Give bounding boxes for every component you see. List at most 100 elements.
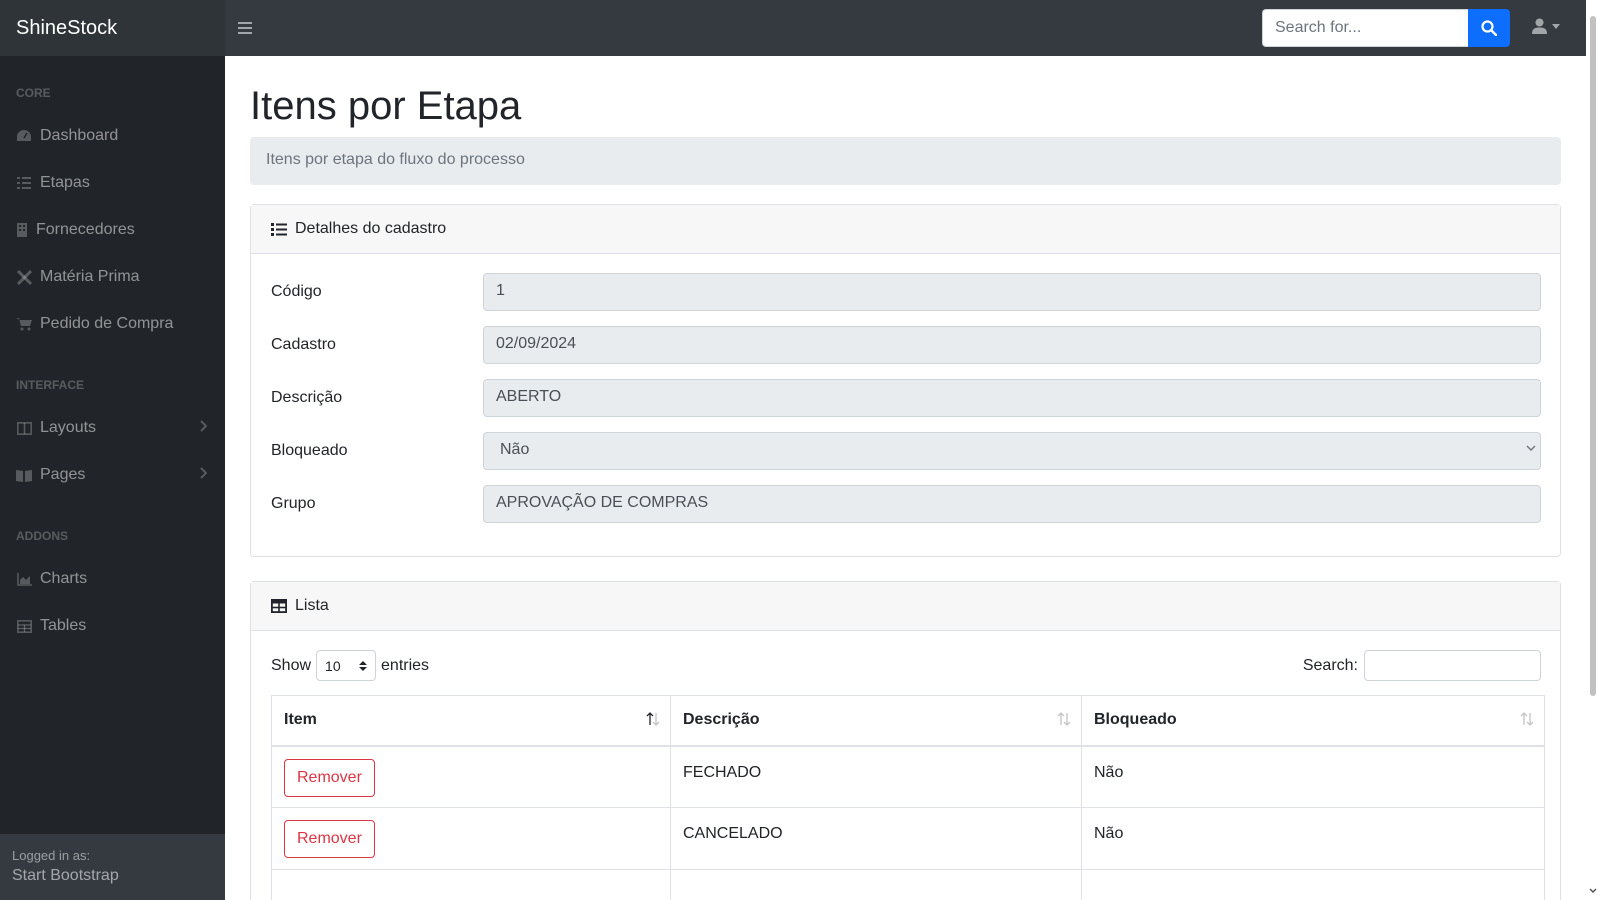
sidebar-item-label: Layouts <box>40 419 97 436</box>
breadcrumb: Itens por etapa do fluxo do processo <box>250 137 1561 185</box>
datatable-search-input[interactable] <box>1364 650 1541 681</box>
descricao-cell: CANCELADO <box>670 807 1082 870</box>
sidebar-toggle-button[interactable] <box>233 16 257 40</box>
details-card-header: Detalhes do cadastro <box>251 205 1560 254</box>
list-card-title: Lista <box>295 597 329 614</box>
sidebar-item-label: Fornecedores <box>36 221 135 238</box>
logged-in-user: Start Bootstrap <box>12 867 119 884</box>
sidebar-item-dashboard[interactable]: Dashboard <box>0 116 225 156</box>
list-check-icon <box>16 175 32 191</box>
caret-down-icon <box>1552 23 1560 29</box>
bloqueado-select[interactable]: Não <box>483 432 1541 470</box>
top-navbar: ShineStock <box>0 0 1586 56</box>
chevron-right-icon <box>200 467 207 479</box>
sidebar-item-fornecedores[interactable]: Fornecedores <box>0 210 225 250</box>
form-row-cadastro: Cadastro 02/09/2024 <box>271 326 1541 364</box>
sidebar-item-layouts[interactable]: Layouts <box>0 408 225 448</box>
sidebar-item-tables[interactable]: Tables <box>0 606 225 646</box>
book-open-icon <box>16 467 32 483</box>
table-icon <box>271 599 287 613</box>
sort-asc-icon <box>646 712 660 726</box>
sidebar-heading-addons: ADDONS <box>16 529 69 543</box>
form-row-grupo: Grupo APROVAÇÃO DE COMPRAS <box>271 485 1541 523</box>
codigo-field[interactable]: 1 <box>483 273 1541 311</box>
table-row <box>271 869 1545 900</box>
item-cell: Remover <box>271 745 671 808</box>
list-icon <box>271 222 287 236</box>
details-card: Detalhes do cadastro Código 1 Cadastro 0… <box>250 204 1561 557</box>
sidebar-item-etapas[interactable]: Etapas <box>0 163 225 203</box>
items-table: Item Descrição Bloqueado Remover FECHADO… <box>271 695 1545 900</box>
datatable-controls: Show 10 entries Search: <box>271 650 1541 682</box>
sidebar-item-label: Pedido de Compra <box>40 315 174 332</box>
show-entries: Show 10 entries <box>271 650 429 681</box>
cadastro-field[interactable]: 02/09/2024 <box>483 326 1541 364</box>
list-card-header: Lista <box>251 582 1560 631</box>
table-row: Remover FECHADO Não <box>271 745 1545 808</box>
grupo-field[interactable]: APROVAÇÃO DE COMPRAS <box>483 485 1541 523</box>
sidebar-item-label: Tables <box>40 617 87 634</box>
navbar-search <box>1262 9 1510 47</box>
columns-icon <box>16 420 32 436</box>
form-row-descricao: Descrição ABERTO <box>271 379 1541 417</box>
sort-icon <box>1057 712 1071 726</box>
scrollbar-thumb[interactable] <box>1590 16 1596 696</box>
entries-per-page-select[interactable]: 10 <box>316 650 377 681</box>
chevron-right-icon <box>200 420 207 432</box>
table-row: Remover CANCELADO Não <box>271 807 1545 870</box>
remove-button[interactable]: Remover <box>284 820 375 858</box>
bloqueado-label: Bloqueado <box>271 442 348 459</box>
remove-button[interactable]: Remover <box>284 758 375 797</box>
sort-icon <box>1520 712 1534 726</box>
tachometer-icon <box>16 128 32 144</box>
chevron-down-icon <box>1526 445 1536 451</box>
page-scrollbar[interactable] <box>1586 0 1600 900</box>
datatable-search-label: Search: <box>1302 656 1358 674</box>
cadastro-label: Cadastro <box>271 336 336 353</box>
descricao-field[interactable]: ABERTO <box>483 379 1541 417</box>
item-cell: Remover <box>271 807 671 870</box>
sidebar-item-pages[interactable]: Pages <box>0 455 225 495</box>
user-icon <box>1532 18 1547 34</box>
column-header-item[interactable]: Item <box>271 695 671 747</box>
navbar-search-button[interactable] <box>1468 9 1510 47</box>
scroll-down-arrow-icon[interactable] <box>1589 888 1597 894</box>
sidebar-footer: Logged in as: Start Bootstrap <box>0 834 225 900</box>
bloqueado-cell <box>1081 869 1545 900</box>
column-header-descricao[interactable]: Descrição <box>670 695 1082 747</box>
item-cell <box>271 869 671 900</box>
bloqueado-cell: Não <box>1081 807 1545 870</box>
form-row-codigo: Código 1 <box>271 273 1541 311</box>
sidebar: CORE Dashboard Etapas Fornecedores Matér… <box>0 56 225 900</box>
cart-icon <box>16 316 32 332</box>
logged-in-label: Logged in as: <box>12 848 91 863</box>
codigo-label: Código <box>271 283 322 300</box>
bars-icon <box>238 22 252 34</box>
sidebar-heading-core: CORE <box>16 86 51 100</box>
area-chart-icon <box>16 571 32 587</box>
column-header-bloqueado[interactable]: Bloqueado <box>1081 695 1545 747</box>
user-dropdown[interactable] <box>1532 18 1560 34</box>
bloqueado-cell: Não <box>1081 745 1545 808</box>
sidebar-item-label: Dashboard <box>40 127 119 144</box>
sidebar-item-label: Etapas <box>40 174 90 191</box>
bloqueado-select-value: Não <box>500 441 530 458</box>
navbar-search-input[interactable] <box>1262 9 1468 47</box>
sidebar-item-label: Pages <box>40 466 86 483</box>
grupo-label: Grupo <box>271 495 316 512</box>
datatable-search: Search: <box>1303 650 1541 681</box>
form-row-bloqueado: Bloqueado Não <box>271 432 1541 470</box>
sidebar-item-materia-prima[interactable]: Matéria Prima <box>0 257 225 297</box>
brand-logo[interactable]: ShineStock <box>0 0 225 56</box>
show-label: Show <box>271 656 312 674</box>
sort-caret-icon <box>359 660 368 671</box>
sidebar-item-label: Charts <box>40 570 88 587</box>
entries-per-page-value: 10 <box>325 657 341 674</box>
sidebar-item-charts[interactable]: Charts <box>0 559 225 599</box>
descricao-label: Descrição <box>271 389 343 406</box>
sidebar-heading-interface: INTERFACE <box>16 378 85 392</box>
tools-icon <box>16 269 32 285</box>
search-icon <box>1481 20 1497 36</box>
sidebar-item-pedido-de-compra[interactable]: Pedido de Compra <box>0 304 225 344</box>
building-icon <box>16 222 28 238</box>
